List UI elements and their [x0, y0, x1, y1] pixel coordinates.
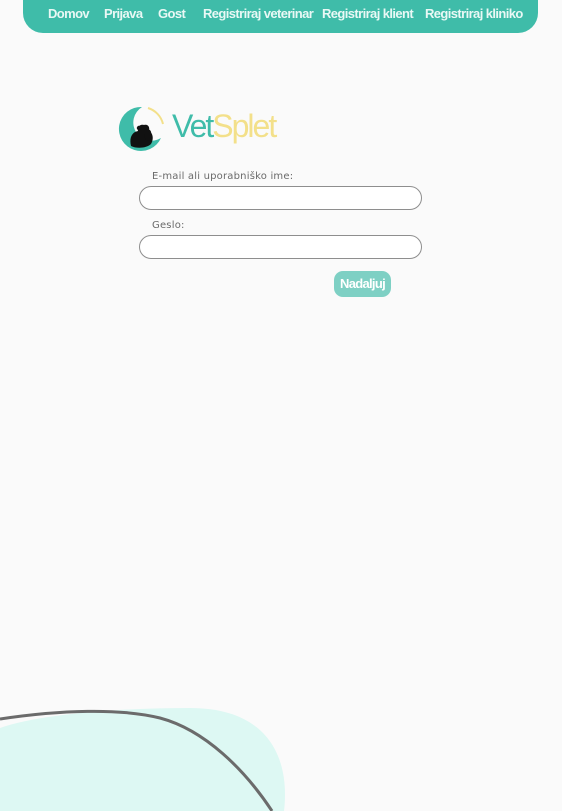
nav-item-registriraj-kliniko[interactable]: Registriraj kliniko [425, 5, 523, 23]
logo-text-splet: Splet [212, 108, 277, 144]
password-label: Geslo: [152, 220, 185, 231]
logo-text-vet: Vet [172, 108, 214, 144]
nav-item-prijava[interactable]: Prijava [104, 5, 143, 23]
decorative-background-shape [0, 708, 285, 811]
nav-item-registriraj-veterinar[interactable]: Registriraj veterinar [203, 5, 314, 23]
nadaljuj-button[interactable]: Nadaljuj [334, 271, 391, 297]
nav-item-domov[interactable]: Domov [48, 5, 90, 23]
nav-item-gost[interactable]: Gost [158, 5, 186, 23]
username-label: E-mail ali uporabniško ime: [152, 171, 294, 182]
pets-crescent-icon [118, 106, 164, 151]
logo-text: VetSplet [172, 106, 277, 146]
vetsplet-logo: VetSplet [117, 104, 287, 154]
nav-item-registriraj-klient[interactable]: Registriraj klient [322, 5, 414, 23]
top-navbar: Domov Prijava Gost Registriraj veterinar… [23, 0, 538, 33]
username-input[interactable] [139, 186, 422, 210]
password-input[interactable] [139, 235, 422, 259]
